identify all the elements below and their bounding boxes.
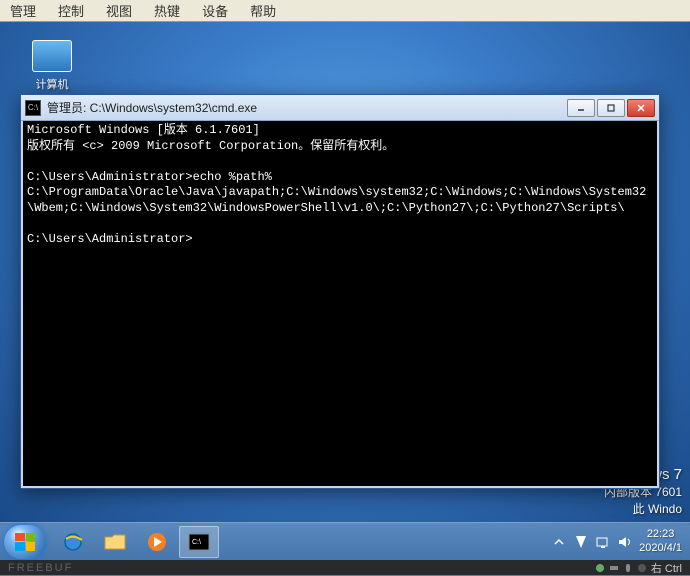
host-watermark: FREEBUF [8, 562, 73, 574]
computer-label: 计算机 [22, 76, 82, 92]
cmd-titlebar[interactable]: C:\ 管理员: C:\Windows\system32\cmd.exe [21, 95, 659, 121]
taskbar-mediaplayer[interactable] [137, 526, 177, 558]
vm-menubar: 管理 控制 视图 热键 设备 帮助 [0, 0, 690, 22]
network-icon[interactable] [595, 534, 611, 550]
vm-menu-hotkey[interactable]: 热键 [154, 1, 180, 20]
cmd-terminal[interactable]: Microsoft Windows [版本 6.1.7601] 版权所有 <c>… [21, 121, 659, 488]
start-button[interactable] [4, 525, 46, 559]
vm-menu-control[interactable]: 控制 [58, 1, 84, 20]
cmd-window[interactable]: C:\ 管理员: C:\Windows\system32\cmd.exe Mic… [20, 94, 660, 489]
taskbar-explorer[interactable] [95, 526, 135, 558]
watermark-line3: 此 Windo [604, 500, 682, 517]
maximize-button[interactable] [597, 99, 625, 117]
taskbar-cmd[interactable]: C:\ [179, 526, 219, 558]
host-mouse-icon [623, 563, 633, 573]
cmd-icon: C:\ [25, 100, 41, 116]
mediaplayer-icon [144, 531, 170, 553]
action-center-icon[interactable] [573, 534, 589, 550]
cmd-task-icon: C:\ [186, 531, 212, 553]
vm-menu-manage[interactable]: 管理 [10, 1, 36, 20]
desktop[interactable]: 计算机 Windows 7 内部版本 7601 此 Windo CH 中 ? C… [0, 22, 690, 525]
host-net-icon [609, 563, 619, 573]
host-disk-icon [595, 563, 605, 573]
desktop-icon-computer[interactable]: 计算机 [22, 40, 82, 92]
cmd-title: 管理员: C:\Windows\system32\cmd.exe [47, 99, 567, 116]
vm-host-statusbar: FREEBUF 右 Ctrl [0, 560, 690, 575]
taskbar-ie[interactable] [53, 526, 93, 558]
volume-icon[interactable] [617, 534, 633, 550]
ie-icon [60, 531, 86, 553]
windows-logo-icon [15, 533, 35, 551]
svg-text:C:\: C:\ [192, 539, 201, 546]
tray-date: 2020/4/1 [639, 542, 682, 555]
system-tray: 22:23 2020/4/1 [551, 528, 686, 554]
computer-icon [32, 40, 72, 72]
vm-menu-view[interactable]: 视图 [106, 1, 132, 20]
close-button[interactable] [627, 99, 655, 117]
vm-menu-help[interactable]: 帮助 [250, 1, 276, 20]
vm-menu-device[interactable]: 设备 [202, 1, 228, 20]
taskbar: C:\ 22:23 2020/4/1 [0, 522, 690, 560]
host-key-label: 右 Ctrl [651, 560, 682, 576]
minimize-button[interactable] [567, 99, 595, 117]
host-usb-icon [637, 563, 647, 573]
tray-clock[interactable]: 22:23 2020/4/1 [639, 528, 682, 554]
tray-time: 22:23 [639, 528, 682, 541]
folder-icon [102, 531, 128, 553]
tray-expand-icon[interactable] [551, 534, 567, 550]
